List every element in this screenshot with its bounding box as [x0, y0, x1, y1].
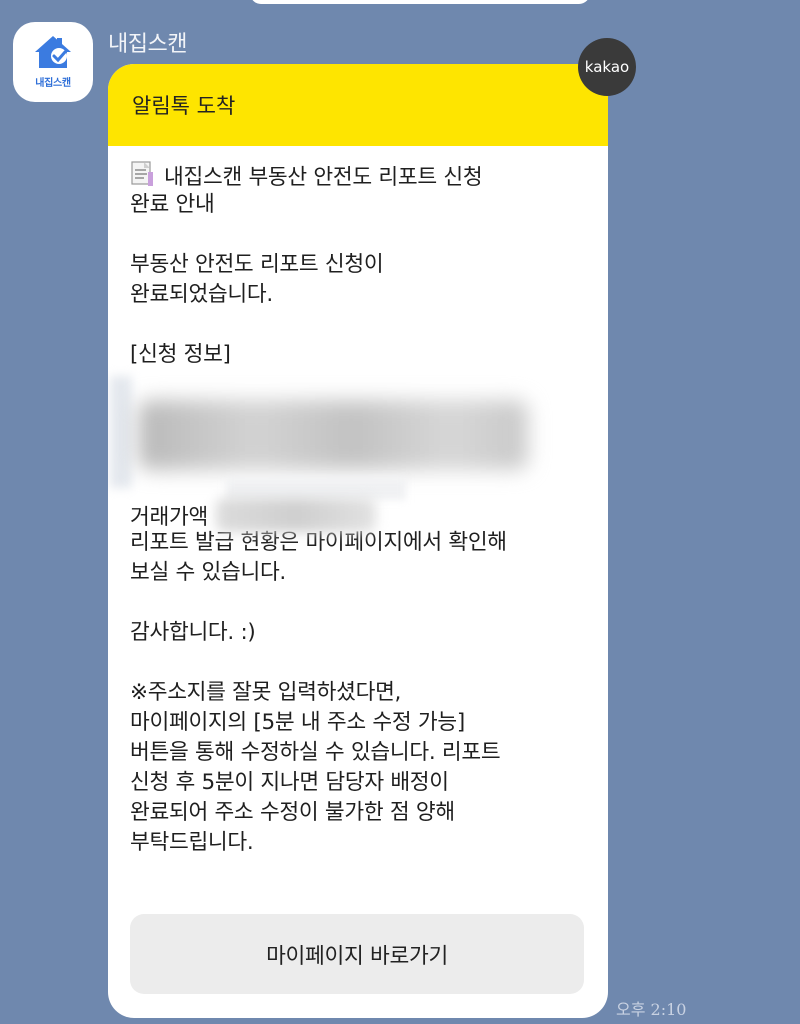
kakao-badge: kakao	[578, 38, 636, 96]
message-line: 버튼을 통해 수정하실 수 있습니다. 리포트	[130, 740, 501, 765]
message-line: 완료 안내	[130, 192, 215, 217]
sender-avatar[interactable]: 내집스캔	[13, 22, 93, 102]
house-check-logo-icon	[35, 36, 71, 68]
redacted-info	[108, 370, 588, 500]
message-body: 내집스캔 부동산 안전도 리포트 신청 완료 안내 부동산 안전도 리포트 신청…	[108, 146, 608, 858]
previous-message-bubble	[250, 0, 590, 4]
message-line: 완료되어 주소 수정이 불가한 점 양해	[130, 800, 455, 825]
kakao-badge-label: kakao	[584, 58, 630, 76]
message-line-text: 내집스캔 부동산 안전도 리포트 신청	[164, 165, 483, 190]
message-header-title: 알림톡 도착	[132, 94, 236, 118]
redaction-blur	[138, 400, 528, 470]
mypage-button-label: 마이페이지 바로가기	[266, 943, 448, 969]
redaction-blur	[110, 376, 132, 488]
message-line: [신청 정보]	[130, 342, 231, 367]
message-bubble: 알림톡 도착 내집스캔 부동산 안전도 리포트 신청 완료 안내 부동산 안전도…	[108, 64, 608, 1018]
message-line: ※주소지를 잘못 입력하셨다면,	[130, 680, 402, 705]
message-line: 부탁드립니다.	[130, 830, 254, 855]
price-label: 거래가액	[130, 505, 208, 530]
message-header: 알림톡 도착	[108, 64, 608, 146]
sender-name: 내집스캔	[108, 32, 187, 57]
message-line: 마이페이지의 [5분 내 주소 수정 가능]	[130, 710, 465, 735]
message-line: 부동산 안전도 리포트 신청이	[130, 252, 384, 277]
message-line: 완료되었습니다.	[130, 282, 273, 307]
message-line: 내집스캔 부동산 안전도 리포트 신청	[130, 160, 588, 190]
mypage-button[interactable]: 마이페이지 바로가기	[130, 914, 584, 994]
message-timestamp: 오후 2:10	[616, 1000, 687, 1019]
message-line: 신청 후 5분이 지나면 담당자 배정이	[130, 770, 449, 795]
document-icon	[131, 161, 153, 186]
price-line: 거래가액	[130, 498, 588, 532]
message-line: 보실 수 있습니다.	[130, 560, 286, 585]
redaction-blur	[226, 478, 406, 500]
avatar-label: 내집스캔	[35, 78, 71, 89]
message-line: 감사합니다. :)	[130, 620, 256, 645]
message-line: 리포트 발급 현황은 마이페이지에서 확인해	[130, 530, 507, 555]
redacted-price	[215, 498, 376, 532]
